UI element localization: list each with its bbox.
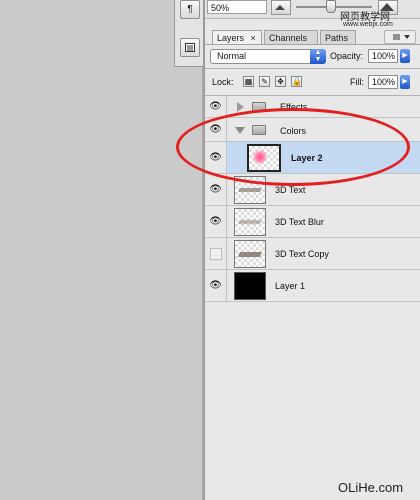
text-preview [238, 188, 262, 192]
fill-label: Fill: [350, 77, 364, 87]
tab-paths[interactable]: Paths [320, 30, 356, 44]
eye-icon: 👁 [209, 280, 222, 291]
visibility-toggle-3d-text[interactable]: 👁 [205, 174, 227, 205]
layer-name-colors: Colors [280, 126, 307, 136]
opacity-label: Opacity: [330, 51, 364, 61]
folder-icon [252, 125, 266, 135]
lock-image-pixels-icon[interactable]: ✎ [259, 76, 270, 87]
layer-row-3d-text-copy[interactable]: 3D Text Copy [205, 238, 420, 270]
opacity-field[interactable]: 100% [368, 49, 398, 63]
panel-menu-button[interactable] [384, 30, 416, 44]
empty-visibility-box [209, 247, 222, 260]
expand-triangle-icon[interactable] [237, 102, 244, 112]
watermark-top-line2: www.webjx.com [343, 21, 393, 28]
text-preview [238, 220, 262, 224]
pink-glow [253, 150, 267, 164]
lock-all-icon[interactable]: 🔒 [291, 76, 302, 87]
eye-icon: 👁 [209, 152, 222, 163]
layer-name-3d-text: 3D Text [275, 185, 306, 195]
lock-transparency-icon[interactable]: ▦ [243, 76, 254, 87]
layer-name-3d-text-blur: 3D Text Blur [275, 217, 324, 227]
layer-row-layer-1[interactable]: 👁 Layer 1 [205, 270, 420, 302]
layer-name-layer-1: Layer 1 [275, 281, 306, 291]
text-preview [238, 252, 262, 257]
layer-name-3d-text-copy: 3D Text Copy [275, 249, 329, 259]
layer-row-colors[interactable]: 👁 Colors [205, 118, 420, 142]
blend-mode-select[interactable]: Normal [210, 49, 326, 64]
options-divider [205, 68, 420, 69]
layer-thumbnail [234, 176, 266, 204]
layer-row-layer-2[interactable]: 👁 Layer 2 [205, 142, 420, 174]
visibility-toggle-layer-2[interactable]: 👁 [205, 142, 227, 173]
fill-field[interactable]: 100% [368, 75, 398, 89]
eye-icon: 👁 [209, 101, 222, 112]
layer-comps-icon[interactable] [180, 38, 200, 57]
layer-row-3d-text[interactable]: 👁 3D Text [205, 174, 420, 206]
folder-icon [252, 102, 266, 112]
visibility-toggle-3d-text-copy[interactable] [205, 238, 227, 269]
tab-channels[interactable]: Channels [264, 30, 318, 44]
close-icon[interactable]: × [251, 33, 256, 43]
layer-row-3d-text-blur[interactable]: 👁 3D Text Blur [205, 206, 420, 238]
layer-thumbnail [234, 208, 266, 236]
eye-icon: 👁 [209, 184, 222, 195]
blend-mode-value: Normal [217, 51, 247, 61]
tab-channels-label: Channels [269, 33, 308, 43]
opacity-stepper-icon[interactable]: ▶ [400, 49, 410, 63]
visibility-toggle-colors[interactable]: 👁 [205, 118, 227, 141]
watermark-bottom: OLiHe.com [338, 480, 404, 495]
document-canvas[interactable] [0, 0, 204, 500]
paragraph-icon[interactable]: ¶ [180, 0, 200, 19]
layer-thumbnail [247, 144, 281, 172]
visibility-toggle-layer-1[interactable]: 👁 [205, 270, 227, 301]
fill-stepper-icon[interactable]: ▶ [400, 75, 410, 89]
tab-layers[interactable]: Layers × [212, 30, 262, 45]
visibility-toggle-3d-text-blur[interactable]: 👁 [205, 206, 227, 237]
layer-row-effects[interactable]: 👁 Effects [205, 96, 420, 118]
zoom-slider-knob[interactable] [326, 0, 336, 13]
lock-label: Lock: [212, 77, 234, 87]
layer-thumbnail [234, 272, 266, 300]
eye-icon: 👁 [209, 124, 222, 135]
layer-name-effects: Effects [280, 102, 308, 112]
tab-layers-label: Layers [217, 33, 245, 43]
zoom-out-button[interactable] [271, 0, 291, 15]
layer-thumbnail [234, 240, 266, 268]
zoom-field[interactable]: 50% [207, 0, 267, 14]
visibility-toggle-effects[interactable]: 👁 [205, 96, 227, 117]
blend-mode-arrows-icon[interactable]: ▲ ▼ [310, 49, 326, 64]
tab-paths-label: Paths [325, 33, 349, 43]
lock-position-icon[interactable]: ✥ [275, 76, 286, 87]
layers-list-empty-area [205, 302, 420, 500]
layer-name-layer-2: Layer 2 [291, 153, 323, 163]
collapse-triangle-icon[interactable] [235, 127, 245, 134]
eye-icon: 👁 [209, 216, 222, 227]
